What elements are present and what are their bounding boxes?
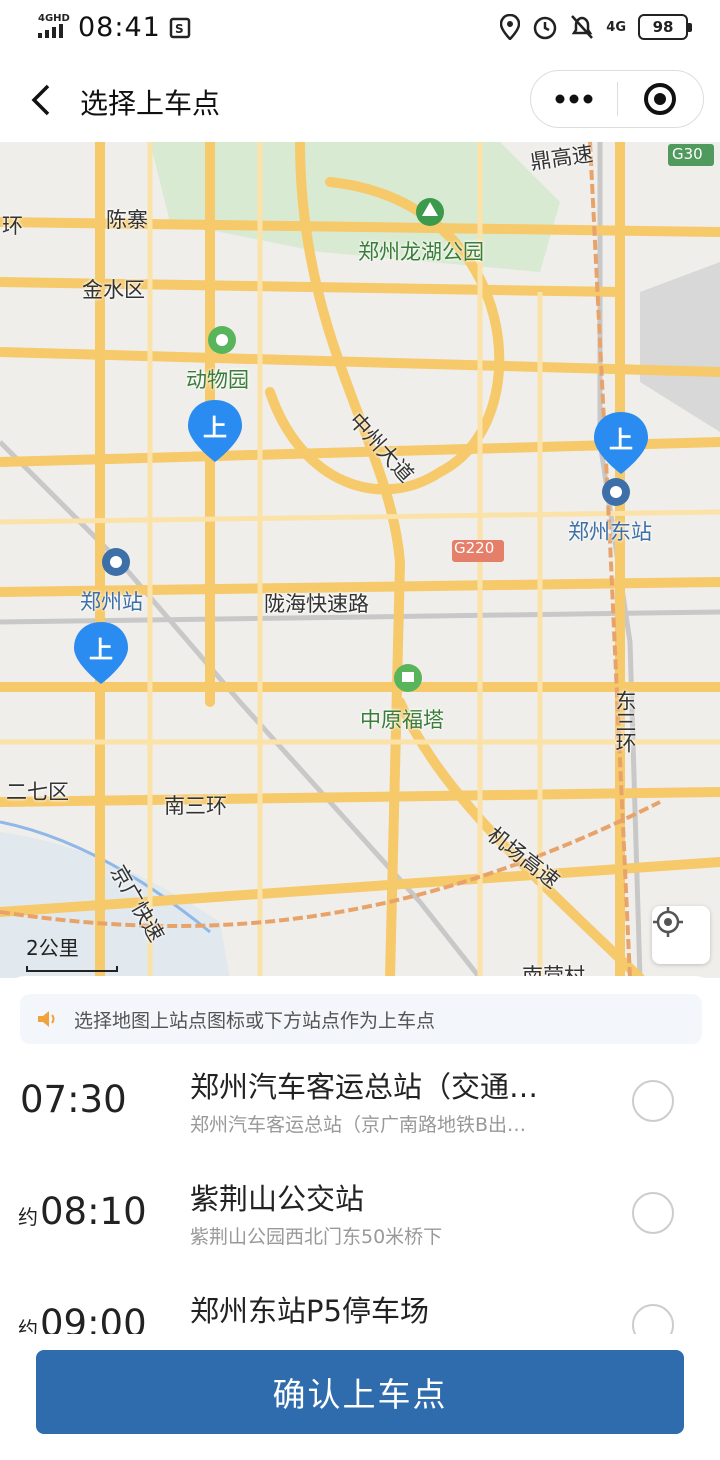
battery-icon: 98	[638, 14, 692, 40]
station-radio[interactable]	[632, 1080, 674, 1122]
map-label-erqi: 二七区	[6, 780, 69, 804]
station-time: 约08:10	[18, 1190, 147, 1233]
close-target-icon	[644, 83, 677, 115]
map-label-huan: 环	[2, 214, 23, 238]
network-4g: 4G	[606, 19, 626, 35]
map-label-nansanhuan: 南三环	[164, 794, 227, 818]
map-label-dongzhan: 郑州东站	[568, 520, 652, 544]
map-view[interactable]: 陈寨 金水区 郑州龙湖公园 动物园 中州大道 郑州东站 G220 G30 鼎高速…	[0, 142, 720, 978]
more-button[interactable]	[531, 71, 617, 127]
map-label-fuda: 中原福塔	[360, 708, 444, 732]
list-item[interactable]: 约08:10 紫荆山公交站 紫荆山公园西北门东50米桥下	[0, 1158, 720, 1270]
time-value: 07:30	[20, 1078, 127, 1121]
map-label-zoo: 动物园	[186, 368, 249, 392]
map-label-g220: G220	[454, 539, 495, 557]
signal-icon: 4GHD	[38, 14, 70, 41]
map-label-dongsanhuan: 东三环	[613, 690, 637, 753]
speaker-icon	[38, 1011, 55, 1027]
station-name: 郑州东站P5停车场	[190, 1294, 429, 1328]
map-label-zhengzhou-station: 郑州站	[80, 590, 143, 614]
svg-text:S: S	[175, 22, 184, 36]
station-time: 约09:00	[18, 1302, 147, 1334]
location-icon	[500, 14, 521, 40]
station-time: 07:30	[18, 1078, 127, 1121]
chevron-left-icon	[31, 84, 50, 116]
tip-banner: 选择地图上站点图标或下方站点作为上车点	[20, 994, 702, 1044]
pickup-pin-bus-terminal[interactable]: 上	[72, 620, 130, 686]
pickup-pin-dongzhan[interactable]: 上	[592, 410, 650, 476]
station-radio[interactable]	[632, 1192, 674, 1234]
battery-level: 98	[652, 18, 674, 36]
confirm-pickup-button[interactable]: 确认上车点	[36, 1350, 684, 1434]
map-label-chenzhai: 陈寨	[106, 208, 148, 232]
more-dots-icon	[555, 94, 593, 104]
network-type: 4GHD	[38, 13, 70, 24]
pin-label: 上	[609, 426, 633, 454]
list-item[interactable]: 约09:00 郑州东站P5停车场	[0, 1270, 720, 1334]
pin-label: 上	[89, 636, 113, 664]
map-scale-bar	[26, 966, 118, 972]
pin-label: 上	[203, 414, 227, 442]
tip-text: 选择地图上站点图标或下方站点作为上车点	[74, 1009, 436, 1032]
map-label-jinshui: 金水区	[82, 278, 145, 302]
station-radio[interactable]	[632, 1304, 674, 1334]
page-title: 选择上车点	[80, 87, 221, 120]
status-time: 08:41	[78, 12, 161, 43]
crosshair-icon	[653, 907, 683, 937]
map-roads	[0, 142, 720, 978]
map-label-longhu-park: 郑州龙湖公园	[358, 240, 484, 264]
station-address: 郑州汽车客运总站（京广南路地铁B出…	[190, 1114, 527, 1136]
station-name: 郑州汽车客运总站（交通…	[190, 1070, 539, 1104]
map-scale-label: 2公里	[26, 936, 79, 960]
status-bar: 4GHD 08:41 S 4G 98	[0, 0, 720, 60]
back-button[interactable]	[28, 82, 58, 118]
station-address: 紫荆山公园西北门东50米桥下	[190, 1226, 443, 1248]
mute-icon	[571, 15, 594, 39]
station-list: 07:30 郑州汽车客运总站（交通… 郑州汽车客运总站（京广南路地铁B出… 约0…	[0, 1046, 720, 1334]
map-label-longhai-expressway: 陇海快速路	[264, 592, 369, 616]
sim-icon: S	[169, 17, 191, 38]
list-item[interactable]: 07:30 郑州汽车客运总站（交通… 郑州汽车客运总站（京广南路地铁B出…	[0, 1046, 720, 1158]
mini-program-capsule	[530, 70, 704, 128]
pickup-pin-zijingshan[interactable]: 上	[186, 398, 244, 464]
map-label-g30: G30	[672, 145, 703, 163]
nav-bar: 选择上车点	[0, 60, 720, 142]
approx-prefix: 约	[18, 1205, 38, 1229]
alarm-icon	[534, 16, 557, 40]
station-name: 紫荆山公交站	[190, 1182, 365, 1216]
close-button[interactable]	[618, 71, 704, 127]
approx-prefix: 约	[18, 1317, 38, 1334]
time-value: 09:00	[40, 1302, 147, 1334]
time-value: 08:10	[40, 1190, 147, 1233]
locate-button[interactable]	[652, 906, 710, 964]
